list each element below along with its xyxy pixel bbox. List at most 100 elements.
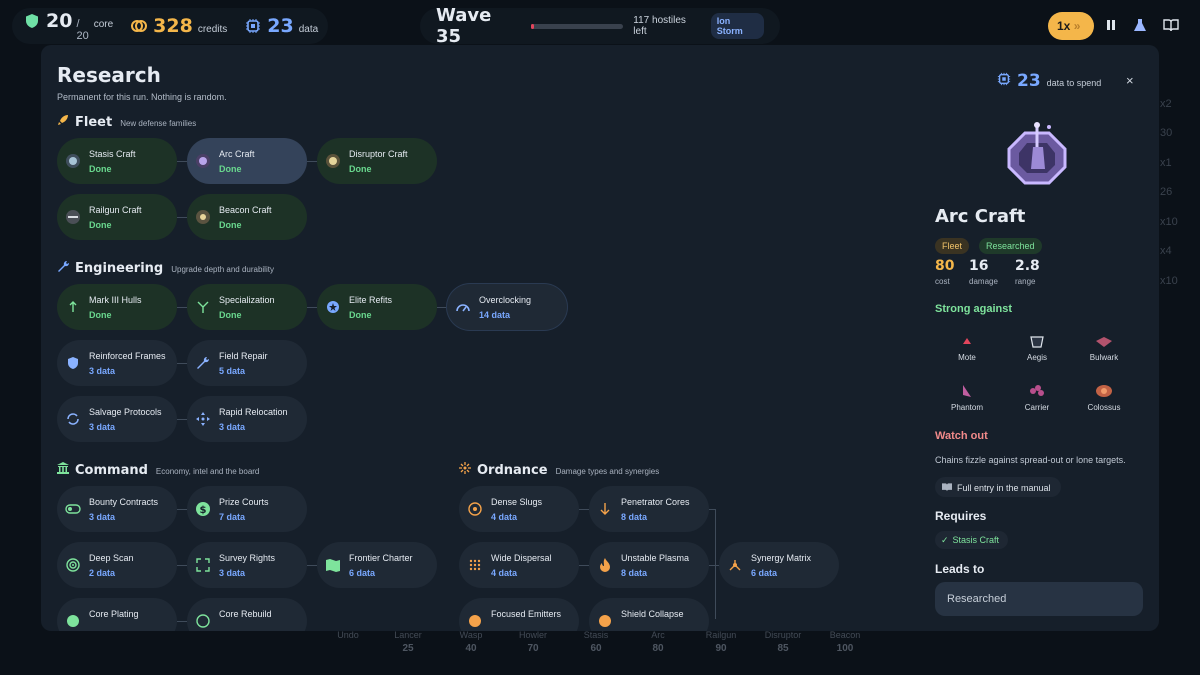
- dollar-icon: $: [196, 502, 210, 516]
- emitter-icon: [469, 615, 481, 627]
- tech-node-specialization[interactable]: Specialization Done: [187, 284, 307, 330]
- wave-hud: Wave 35 117 hostiles left Ion Storm: [420, 5, 780, 47]
- wave-title: Wave 35: [436, 5, 492, 47]
- stasis-craft-icon: [66, 154, 80, 168]
- radar-icon: [66, 558, 80, 572]
- side-ghost-text: x10: [1160, 216, 1178, 228]
- enemy-colossus: Colossus: [1074, 383, 1134, 412]
- arrow-up-icon: [69, 301, 77, 312]
- build-item-railgun[interactable]: Railgun 90: [696, 630, 746, 654]
- tech-node-focused-emitters[interactable]: Focused Emitters: [459, 598, 579, 631]
- move-icon: [196, 412, 210, 426]
- connector: [437, 307, 447, 308]
- tech-node-synergy-matrix[interactable]: Synergy Matrix 6 data: [719, 542, 839, 588]
- tech-node-core-rebuild[interactable]: Core Rebuild: [187, 598, 307, 631]
- tech-node-deep-scan[interactable]: Deep Scan 2 data: [57, 542, 177, 588]
- build-item-beacon[interactable]: Beacon 100: [820, 630, 870, 654]
- manual-link-button[interactable]: Full entry in the manual: [935, 477, 1061, 497]
- detail-panel: 23 data to spend × Arc Craft Fleet Resea…: [935, 45, 1159, 631]
- speed-button[interactable]: 1x »: [1048, 12, 1094, 40]
- build-item-undo[interactable]: Undo: [323, 630, 373, 640]
- tech-node-penetrator-cores[interactable]: Penetrator Cores 8 data: [589, 486, 709, 532]
- tech-node-reinforced-frames[interactable]: Reinforced Frames 3 data: [57, 340, 177, 386]
- strong-against-heading: Strong against: [935, 303, 1013, 315]
- side-ghost-text: x10: [1160, 275, 1178, 287]
- watch-out-heading: Watch out: [935, 430, 988, 442]
- build-item-wasp[interactable]: Wasp 40: [446, 630, 496, 654]
- enemy-phantom: Phantom: [937, 383, 997, 412]
- mote-icon: [963, 338, 971, 344]
- tech-node-bounty-contracts[interactable]: Bounty Contracts 3 data: [57, 486, 177, 532]
- tech-node-elite-refits[interactable]: Elite Refits Done: [317, 284, 437, 330]
- target-icon: [468, 502, 482, 516]
- toggle-icon: [65, 504, 81, 514]
- build-item-arc[interactable]: Arc 80: [633, 630, 683, 654]
- beacon-craft-icon: [196, 210, 210, 224]
- resource-hud: 20 / 20 core 328 credits 23 data: [12, 8, 328, 44]
- railgun-craft-icon: [66, 210, 80, 224]
- tech-node-core-plating[interactable]: Core Plating: [57, 598, 177, 631]
- branch-icon: [197, 301, 209, 313]
- recycle-icon: [67, 413, 79, 425]
- tech-node-frontier-charter[interactable]: Frontier Charter 6 data: [317, 542, 437, 588]
- build-item-stasis[interactable]: Stasis 60: [571, 630, 621, 654]
- tech-node-mark-iii-hulls[interactable]: Mark III Hulls Done: [57, 284, 177, 330]
- shield-collapse-icon: [599, 615, 611, 627]
- tech-node-wide-dispersal[interactable]: Wide Dispersal 4 data: [459, 542, 579, 588]
- coins-icon: [131, 18, 148, 34]
- research-modal: Research Permanent for this run. Nothing…: [41, 45, 1159, 631]
- tech-node-disruptor-craft[interactable]: Disruptor Craft Done: [317, 138, 437, 184]
- rebuild-icon: [196, 614, 210, 628]
- tech-node-arc-craft[interactable]: Arc Craft Done: [187, 138, 307, 184]
- connector: [177, 217, 187, 218]
- section-command: Command Economy, intel and the board: [57, 462, 259, 478]
- shield-icon: [68, 357, 78, 369]
- watch-out-text: Chains fizzle against spread-out or lone…: [935, 455, 1126, 465]
- colossus-icon: [1096, 385, 1112, 397]
- pause-icon[interactable]: [1104, 18, 1118, 32]
- manual-book-icon[interactable]: [1163, 18, 1179, 32]
- requires-heading: Requires: [935, 509, 987, 523]
- enemy-carrier: Carrier: [1007, 383, 1067, 412]
- requirement-pill: ✓ Stasis Craft: [935, 531, 1009, 549]
- tech-node-shield-collapse[interactable]: Shield Collapse: [589, 598, 709, 631]
- tech-node-field-repair[interactable]: Field Repair 5 data: [187, 340, 307, 386]
- burst-icon: [459, 462, 471, 474]
- connector: [307, 307, 317, 308]
- connector: [177, 565, 187, 566]
- aegis-icon: [1030, 336, 1044, 348]
- close-button[interactable]: ×: [1126, 73, 1134, 88]
- family-tag: Fleet: [935, 238, 970, 254]
- enemy-mote: Mote: [937, 335, 997, 362]
- wave-progress-fill: [531, 23, 534, 29]
- tech-node-beacon-craft[interactable]: Beacon Craft Done: [187, 194, 307, 240]
- shield-icon: [24, 13, 40, 29]
- disruptor-craft-icon: [326, 154, 340, 168]
- tech-node-railgun-craft[interactable]: Railgun Craft Done: [57, 194, 177, 240]
- researched-button[interactable]: Researched: [935, 582, 1143, 616]
- data-to-spend: 23 data to spend: [997, 71, 1101, 91]
- side-ghost-text: 26: [1160, 186, 1173, 198]
- side-ghost-text: 30: [1160, 127, 1173, 139]
- flask-icon[interactable]: [1133, 18, 1147, 32]
- tech-node-prize-courts[interactable]: $ Prize Courts 7 data: [187, 486, 307, 532]
- tech-node-overclocking[interactable]: Overclocking 14 data: [447, 284, 567, 330]
- tech-node-salvage-protocols[interactable]: Salvage Protocols 3 data: [57, 396, 177, 442]
- tech-node-stasis-craft[interactable]: Stasis Craft Done: [57, 138, 177, 184]
- tech-node-unstable-plasma[interactable]: Unstable Plasma 8 data: [589, 542, 709, 588]
- tech-node-rapid-relocation[interactable]: Rapid Relocation 3 data: [187, 396, 307, 442]
- wrench-icon: [197, 356, 210, 369]
- section-fleet: Fleet New defense families: [57, 114, 196, 130]
- connector: [177, 307, 187, 308]
- tech-node-survey-rights[interactable]: Survey Rights 3 data: [187, 542, 307, 588]
- hostiles-left: 117 hostiles left: [633, 15, 686, 37]
- credits-stat: 328 credits: [131, 15, 227, 37]
- arc-craft-hero-icon: [1007, 122, 1067, 185]
- gauge-icon: [456, 304, 470, 312]
- build-item-disruptor[interactable]: Disruptor 85: [758, 630, 808, 654]
- build-item-howler[interactable]: Howler 70: [508, 630, 558, 654]
- expand-icon: [196, 558, 210, 572]
- tech-node-dense-slugs[interactable]: Dense Slugs 4 data: [459, 486, 579, 532]
- plating-icon: [67, 615, 79, 627]
- build-item-lancer[interactable]: Lancer 25: [383, 630, 433, 654]
